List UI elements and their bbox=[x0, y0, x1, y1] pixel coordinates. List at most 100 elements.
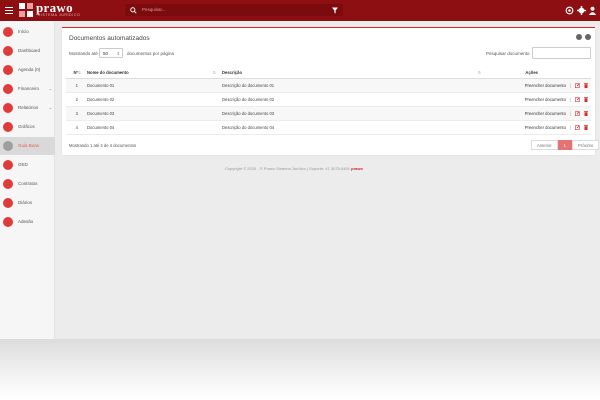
dashboard-icon bbox=[3, 46, 13, 56]
column-header-number[interactable]: Nº ⇅ bbox=[66, 68, 84, 79]
table-search-input[interactable] bbox=[532, 47, 591, 59]
search-icon bbox=[130, 6, 137, 14]
document-name: Documento 02 bbox=[84, 92, 219, 107]
contracts-icon bbox=[3, 179, 13, 189]
table-info: Mostrando 1 até 4 de 4 documentos bbox=[69, 143, 137, 148]
document-name: Documento 01 bbox=[84, 78, 219, 93]
page-size-value: 50 bbox=[103, 51, 109, 57]
gear-icon[interactable] bbox=[577, 6, 586, 15]
sidebar-item-label: Contratos bbox=[18, 180, 38, 186]
column-header-description[interactable]: Descrição ⇅ bbox=[219, 68, 484, 79]
sidebar-item-label: Dashboard bbox=[18, 47, 41, 53]
edit-icon[interactable] bbox=[575, 96, 580, 102]
user-icon[interactable] bbox=[588, 6, 597, 15]
sidebar-item-agenda[interactable]: Agenda (0) bbox=[0, 61, 55, 79]
filter-icon[interactable] bbox=[332, 7, 338, 14]
top-bar: prawo SISTEMA JURÍDICO Pesquisar... bbox=[0, 0, 600, 21]
calendar-icon bbox=[3, 65, 13, 75]
add-icon[interactable] bbox=[576, 34, 582, 40]
global-search[interactable]: Pesquisar... bbox=[125, 4, 343, 16]
pagination: Anterior 1 Próximo bbox=[531, 140, 600, 150]
sidebar-item-label: Início bbox=[18, 28, 29, 34]
sidebar-item-diarios[interactable]: Diários bbox=[0, 194, 55, 212]
trash-icon[interactable] bbox=[584, 124, 588, 130]
membership-icon bbox=[3, 217, 13, 227]
chevron-down-icon: ⇕ bbox=[116, 51, 120, 56]
guide-icon bbox=[3, 141, 13, 151]
fill-document-link[interactable]: Preencher documento bbox=[525, 111, 566, 116]
documents-card: Documentos automatizados Mostrando até 5… bbox=[62, 27, 595, 155]
page-title: Documentos automatizados bbox=[69, 35, 150, 42]
documents-table: Nº ⇅ Nome do documento ⇅ Descrição ⇅ Ações … bbox=[66, 68, 591, 135]
chevron-down-icon: ⌄ bbox=[48, 105, 52, 110]
sidebar-item-graficos[interactable]: Gráficos bbox=[0, 118, 55, 136]
edit-icon[interactable] bbox=[575, 110, 580, 116]
table-search-label: Pesquisar documento bbox=[486, 51, 530, 56]
sort-icon: ⇅ bbox=[77, 70, 81, 75]
sidebar-item-label: Relatórios bbox=[18, 104, 39, 110]
sidebar-item-dashboard[interactable]: Dashboard bbox=[0, 42, 55, 60]
fill-document-link[interactable]: Preencher documento bbox=[525, 125, 566, 130]
document-name: Documento 03 bbox=[84, 106, 219, 121]
sidebar-item-label: Adesão bbox=[18, 218, 34, 224]
dollar-icon bbox=[3, 84, 13, 94]
next-page-button[interactable]: Próximo bbox=[572, 140, 600, 150]
current-page-button[interactable]: 1 bbox=[557, 140, 573, 150]
column-header-name[interactable]: Nome do documento ⇅ bbox=[84, 68, 219, 79]
table-row: 1 Documento 01 Descrição do documento 01… bbox=[66, 78, 591, 93]
reports-icon bbox=[3, 103, 13, 113]
table-header-row: Nº ⇅ Nome do documento ⇅ Descrição ⇅ Ações bbox=[66, 68, 591, 79]
table-row: 3 Documento 03 Descrição do documento 03… bbox=[66, 106, 591, 121]
sidebar-item-label: Financeiro bbox=[18, 85, 40, 91]
sidebar-item-ged[interactable]: GED bbox=[0, 156, 55, 174]
sidebar-item-contratos[interactable]: Contratos bbox=[0, 175, 55, 193]
prev-page-button[interactable]: Anterior bbox=[531, 140, 558, 150]
newspaper-icon bbox=[3, 198, 13, 208]
row-number: 3 bbox=[66, 106, 84, 121]
document-description: Descrição do documento 01 bbox=[219, 78, 484, 93]
page-size-label: Mostrando até bbox=[69, 51, 98, 56]
trash-icon[interactable] bbox=[584, 82, 588, 88]
home-icon bbox=[3, 27, 13, 37]
edit-icon[interactable] bbox=[575, 124, 580, 130]
sidebar-item-relatorios[interactable]: Relatórios ⌄ bbox=[0, 99, 55, 117]
copyright: Copyright © 2020 - ® Prawo Sistema Juríd… bbox=[225, 166, 363, 171]
document-description: Descrição do documento 02 bbox=[219, 92, 484, 107]
sort-icon: ⇅ bbox=[212, 70, 216, 75]
row-actions: Preencher documento | bbox=[484, 120, 591, 135]
page-bottom-area bbox=[0, 339, 600, 400]
fill-document-link[interactable]: Preencher documento bbox=[525, 83, 566, 88]
trash-icon[interactable] bbox=[584, 96, 588, 102]
copyright-text: Copyright © 2020 - ® Prawo Sistema Juríd… bbox=[225, 166, 350, 171]
document-name: Documento 04 bbox=[84, 120, 219, 135]
sidebar-item-guia-boas[interactable]: Guia Boas bbox=[0, 137, 55, 155]
row-actions: Preencher documento | bbox=[484, 106, 591, 121]
chart-icon bbox=[3, 122, 13, 132]
gear-icon[interactable] bbox=[585, 34, 591, 40]
row-number: 2 bbox=[66, 92, 84, 107]
brand-tagline: SISTEMA JURÍDICO bbox=[38, 13, 81, 17]
page-size-suffix: documentos por página bbox=[127, 51, 175, 56]
sort-icon: ⇅ bbox=[477, 70, 481, 75]
sidebar-item-label: Guia Boas bbox=[18, 142, 40, 148]
sidebar-item-label: Diários bbox=[18, 199, 33, 205]
footer-logo: prawo bbox=[351, 166, 363, 171]
sidebar-item-financeiro[interactable]: Financeiro ⌄ bbox=[0, 80, 55, 98]
sidebar-item-label: GED bbox=[18, 161, 28, 167]
menu-icon[interactable] bbox=[5, 7, 13, 14]
logo-icon bbox=[19, 3, 33, 17]
row-number: 4 bbox=[66, 120, 84, 135]
table-row: 2 Documento 02 Descrição do documento 02… bbox=[66, 92, 591, 107]
column-header-actions: Ações bbox=[484, 68, 591, 79]
page-size-select[interactable]: 50 ⇕ bbox=[99, 48, 123, 58]
sidebar-item-adesao[interactable]: Adesão bbox=[0, 213, 55, 231]
chevron-down-icon: ⌄ bbox=[48, 86, 52, 91]
sidebar-item-label: Gráficos bbox=[18, 123, 35, 129]
sidebar-item-inicio[interactable]: Início bbox=[0, 23, 55, 41]
support-icon[interactable] bbox=[565, 6, 574, 15]
trash-icon[interactable] bbox=[584, 110, 588, 116]
row-actions: Preencher documento | bbox=[484, 78, 591, 93]
fill-document-link[interactable]: Preencher documento bbox=[525, 97, 566, 102]
search-input[interactable]: Pesquisar... bbox=[142, 7, 166, 12]
edit-icon[interactable] bbox=[575, 82, 580, 88]
